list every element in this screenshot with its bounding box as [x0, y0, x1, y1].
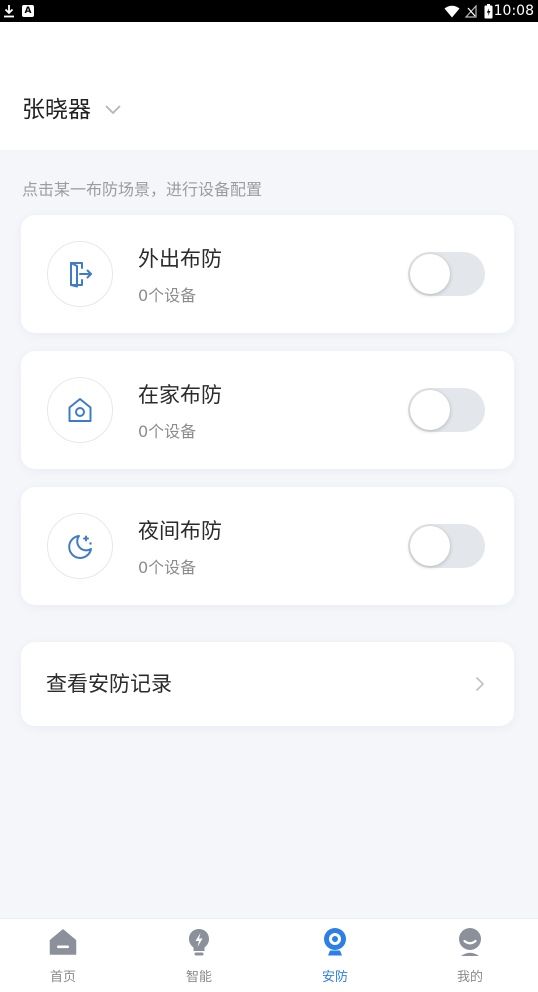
status-time: 10:08	[493, 3, 534, 19]
scene-name: 在家布防	[138, 383, 222, 407]
tab-smart[interactable]: 智能	[139, 919, 259, 992]
home-name: 张晓器	[22, 97, 91, 123]
tab-mine[interactable]: 我的	[410, 919, 530, 992]
signal-off-icon	[465, 5, 477, 18]
scene-hint: 点击某一布防场景，进行设备配置	[22, 180, 263, 199]
scene-toggle-home[interactable]	[408, 388, 485, 432]
download-icon	[4, 5, 14, 18]
door-exit-icon	[70, 262, 92, 288]
bottom-tabbar: 首页 智能 安防 我的	[0, 918, 538, 992]
moon-icon	[68, 535, 92, 559]
toggle-knob	[410, 390, 450, 430]
security-record-entry[interactable]: 查看安防记录	[21, 642, 514, 726]
battery-icon	[484, 4, 493, 19]
scene-name: 夜间布防	[138, 519, 222, 543]
camera-icon	[324, 928, 346, 956]
scene-device-count: 0个设备	[138, 558, 197, 577]
chevron-right-icon	[476, 677, 484, 691]
scene-card-away[interactable]: 外出布防 0个设备	[21, 215, 514, 333]
home-icon	[68, 398, 92, 422]
bulb-icon	[189, 929, 209, 956]
scene-toggle-night[interactable]	[408, 524, 485, 568]
tab-home[interactable]: 首页	[3, 919, 123, 992]
chevron-down-icon	[105, 105, 121, 114]
scene-icon-circle	[47, 241, 113, 307]
tab-security[interactable]: 安防	[275, 919, 395, 992]
toggle-knob	[410, 254, 450, 294]
tab-label: 首页	[49, 970, 76, 985]
scene-device-count: 0个设备	[138, 422, 197, 441]
header: 张晓器	[0, 22, 538, 150]
user-icon	[459, 928, 481, 956]
scene-toggle-away[interactable]	[408, 252, 485, 296]
security-record-label: 查看安防记录	[46, 672, 172, 696]
scene-name: 外出布防	[138, 247, 222, 271]
home-selector[interactable]: 张晓器	[22, 94, 121, 126]
scene-card-home[interactable]: 在家布防 0个设备	[21, 351, 514, 469]
scene-icon-circle	[47, 513, 113, 579]
scene-icon-circle	[47, 377, 113, 443]
wifi-icon	[444, 5, 460, 18]
status-bar: A 10:08	[0, 0, 538, 22]
scene-card-night[interactable]: 夜间布防 0个设备	[21, 487, 514, 605]
notification-icon: A	[22, 5, 34, 17]
tab-label: 我的	[456, 970, 483, 985]
tab-label: 安防	[321, 970, 348, 985]
scene-device-count: 0个设备	[138, 286, 197, 305]
home-tab-icon	[49, 929, 77, 955]
toggle-knob	[410, 526, 450, 566]
tab-label: 智能	[185, 970, 212, 985]
